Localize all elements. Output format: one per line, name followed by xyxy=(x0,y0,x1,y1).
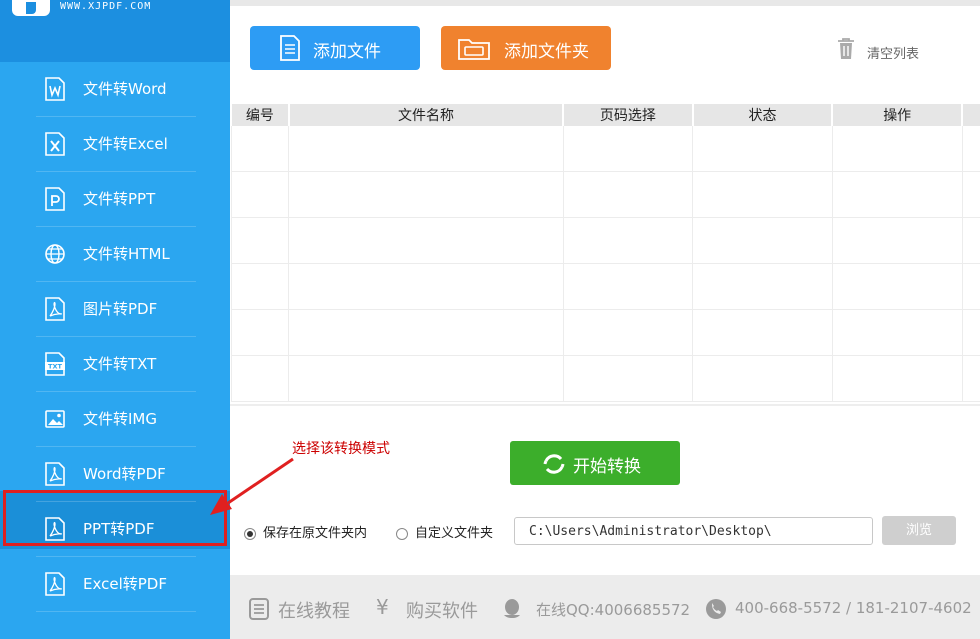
refresh-icon xyxy=(543,454,565,474)
highlight-box xyxy=(3,490,227,546)
app-logo xyxy=(12,0,50,16)
custom-folder-label: 自定义文件夹 xyxy=(415,526,494,541)
footer-buy-label: 购买软件 xyxy=(406,601,478,622)
table-row xyxy=(230,309,980,356)
footer: 在线教程 ¥ 购买软件 在线QQ:4006685572 400-668-5572… xyxy=(230,575,980,639)
brand-header: WWW.XJPDF.COM xyxy=(0,0,230,62)
sidebar-item-label: 文件转IMG xyxy=(83,410,157,428)
globe-icon xyxy=(45,244,65,264)
col-header-action: 操作 xyxy=(831,104,963,126)
sidebar-item-img[interactable]: 文件转IMG xyxy=(36,392,196,447)
add-file-label: 添加文件 xyxy=(313,42,381,62)
sidebar-item-excel[interactable]: 文件转Excel xyxy=(36,117,196,172)
excel-icon xyxy=(45,132,65,156)
col-header-page-select: 页码选择 xyxy=(562,104,693,126)
footer-qq-label: 在线QQ:4006685572 xyxy=(536,601,691,619)
trash-icon xyxy=(838,38,854,59)
sidebar-item-label: 文件转TXT xyxy=(83,355,157,373)
txt-icon: TXT xyxy=(45,352,65,376)
col-header-number: 编号 xyxy=(230,104,289,126)
radio-custom[interactable] xyxy=(396,527,408,540)
save-original-label: 保存在原文件夹内 xyxy=(263,526,368,541)
svg-text:TXT: TXT xyxy=(48,363,62,371)
sidebar-item-html[interactable]: 文件转HTML xyxy=(36,227,196,282)
divider xyxy=(230,404,980,406)
add-folder-label: 添加文件夹 xyxy=(504,42,589,62)
pdf-icon xyxy=(45,572,65,596)
sidebar-item-label: 文件转HTML xyxy=(83,245,170,263)
pdf-icon xyxy=(45,297,65,321)
col-header-spacer xyxy=(961,104,980,126)
table-row xyxy=(230,171,980,218)
phone-icon xyxy=(706,599,726,619)
radio-original[interactable] xyxy=(244,527,256,540)
col-header-status: 状态 xyxy=(691,104,833,126)
table-header-row: 编号 文件名称 页码选择 状态 操作 xyxy=(230,104,980,126)
word-icon xyxy=(45,77,65,101)
document-icon xyxy=(280,35,300,61)
output-path-field[interactable] xyxy=(514,517,873,545)
top-strip xyxy=(230,0,980,6)
folder-icon xyxy=(458,39,490,60)
sidebar-item-label: 文件转Excel xyxy=(83,135,168,153)
file-table: 编号 文件名称 页码选择 状态 操作 xyxy=(230,104,980,402)
sidebar-item-label: Word转PDF xyxy=(83,465,166,483)
qq-icon xyxy=(504,599,520,618)
sidebar-item-excel-to-pdf[interactable]: Excel转PDF xyxy=(36,557,196,612)
add-folder-button[interactable]: 添加文件夹 xyxy=(441,26,611,70)
add-file-button[interactable]: 添加文件 xyxy=(250,26,420,70)
sidebar-item-label: 图片转PDF xyxy=(83,300,158,318)
sidebar-item-ppt[interactable]: 文件转PPT xyxy=(36,172,196,227)
sidebar-item-txt[interactable]: TXT 文件转TXT xyxy=(36,337,196,392)
sidebar: WWW.XJPDF.COM 文件转Word 文件转Excel 文件转PPT 文件… xyxy=(0,0,230,639)
clear-list-label: 清空列表 xyxy=(867,47,920,62)
ppt-icon xyxy=(45,187,65,211)
pdf-icon xyxy=(45,462,65,486)
footer-phone-label: 400-668-5572 / 181-2107-4602 xyxy=(735,599,972,617)
yen-icon: ¥ xyxy=(376,595,389,619)
footer-tutorial-label: 在线教程 xyxy=(278,601,350,622)
col-header-filename: 文件名称 xyxy=(287,104,564,126)
sidebar-item-word[interactable]: 文件转Word xyxy=(36,62,196,117)
table-row xyxy=(230,126,980,172)
browse-button[interactable]: 浏览 xyxy=(882,516,956,545)
brand-url: WWW.XJPDF.COM xyxy=(60,1,152,12)
sidebar-item-image-to-pdf[interactable]: 图片转PDF xyxy=(36,282,196,337)
save-original-option[interactable]: 保存在原文件夹内 xyxy=(244,522,367,541)
sidebar-item-label: 文件转PPT xyxy=(83,190,156,208)
custom-folder-option[interactable]: 自定义文件夹 xyxy=(396,522,493,541)
start-convert-button[interactable]: 开始转换 xyxy=(510,441,680,485)
sidebar-item-label: 文件转Word xyxy=(83,80,167,98)
logo-mark xyxy=(26,2,36,14)
annotation-text: 选择该转换模式 xyxy=(292,441,390,457)
table-row xyxy=(230,217,980,264)
table-row xyxy=(230,355,980,402)
table-row xyxy=(230,263,980,310)
main-panel: 添加文件 添加文件夹 清空列表 编号 文件名称 页码选择 状态 操作 选择该转换… xyxy=(230,0,980,639)
sidebar-item-label: Excel转PDF xyxy=(83,575,167,593)
tutorial-icon xyxy=(249,598,269,620)
image-icon xyxy=(45,410,65,428)
start-convert-label: 开始转换 xyxy=(573,457,641,477)
